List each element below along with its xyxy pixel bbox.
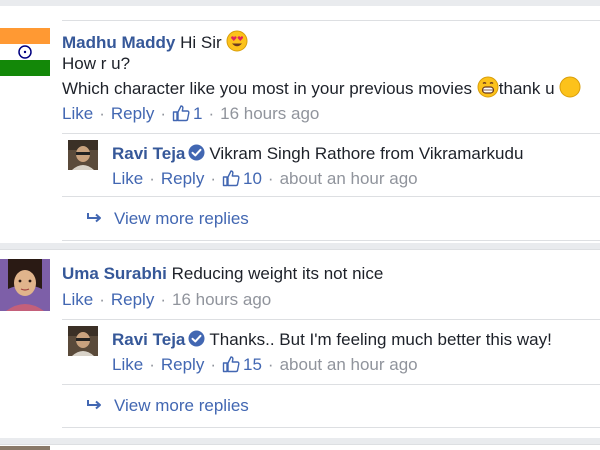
comment-author-link[interactable]: Madhu Maddy [62,33,175,52]
timestamp[interactable]: 16 hours ago [172,290,271,309]
profile-photo-icon [68,326,98,356]
like-link[interactable]: Like [62,290,93,309]
divider [62,319,600,320]
comment-1-line-1: Madhu Maddy Hi Sir [62,30,248,54]
avatar-madhu-maddy[interactable] [0,28,50,76]
avatar-uma-surabhi[interactable] [0,259,50,311]
divider [62,427,600,428]
reply-2-line: Ravi Teja Thanks.. But I'm feeling much b… [112,329,552,351]
reply-arrow-icon [87,400,101,410]
reply-text: Thanks.. But I'm feeling much better thi… [209,330,552,349]
like-link[interactable]: Like [112,169,143,188]
divider [62,133,600,134]
heart-eyes-emoji-icon [226,30,248,52]
avatar-ravi-teja[interactable] [68,326,98,356]
reply-link[interactable]: Reply [161,355,204,374]
grinning-emoji-icon [477,76,499,98]
profile-photo-icon [68,140,98,170]
like-link[interactable]: Like [62,104,93,123]
timestamp[interactable]: about an hour ago [280,169,418,188]
thumbs-up-icon [172,105,190,122]
timestamp[interactable]: about an hour ago [280,355,418,374]
comment-line-3: Which character like you most in your pr… [62,76,581,100]
divider [0,249,600,250]
like-link[interactable]: Like [112,355,143,374]
divider [0,444,600,445]
reply-text: Vikram Singh Rathore from Vikramarkudu [209,144,524,163]
view-more-replies-link[interactable]: View more replies [86,209,249,229]
reply-link[interactable]: Reply [111,104,154,123]
comment-2-line-1: Uma Surabhi Reducing weight its not nice [62,263,383,285]
like-count[interactable]: 10 [222,169,262,188]
timestamp[interactable]: 16 hours ago [220,104,319,123]
thumbs-up-icon [222,170,240,187]
view-more-replies-link[interactable]: View more replies [86,396,249,416]
reply-link[interactable]: Reply [111,290,154,309]
reply-author-link[interactable]: Ravi Teja [112,330,185,349]
reply-1-line: Ravi Teja Vikram Singh Rathore from Vikra… [112,143,523,165]
avatar-ravi-teja[interactable] [68,140,98,170]
like-count[interactable]: 1 [172,104,202,123]
like-count[interactable]: 15 [222,355,262,374]
reply-arrow-icon [87,213,101,223]
divider [62,20,600,21]
profile-photo-icon [0,259,50,311]
reply-author-link[interactable]: Ravi Teja [112,144,185,163]
reply-actions: Like · Reply · 15 · about an hour ago [112,355,418,374]
comment-actions: Like · Reply · 16 hours ago [62,290,272,309]
reply-actions: Like · Reply · 10 · about an hour ago [112,169,418,188]
reply-link[interactable]: Reply [161,169,204,188]
divider [62,196,600,197]
verified-badge-icon [188,144,205,161]
thumbs-up-icon [222,356,240,373]
next-comment-avatar [0,446,50,450]
comment-text: Reducing weight its not nice [171,264,384,283]
divider [62,240,600,241]
comment-author-link[interactable]: Uma Surabhi [62,264,167,283]
partial-emoji-icon [559,76,581,98]
comment-line-2: How r u? [62,54,131,73]
verified-badge-icon [188,330,205,347]
top-separator [0,0,600,6]
comment-actions: Like · Reply · 1 · 16 hours ago [62,104,320,123]
divider [62,384,600,385]
india-flag-icon [0,28,50,76]
comment-text: Hi Sir [180,33,222,52]
